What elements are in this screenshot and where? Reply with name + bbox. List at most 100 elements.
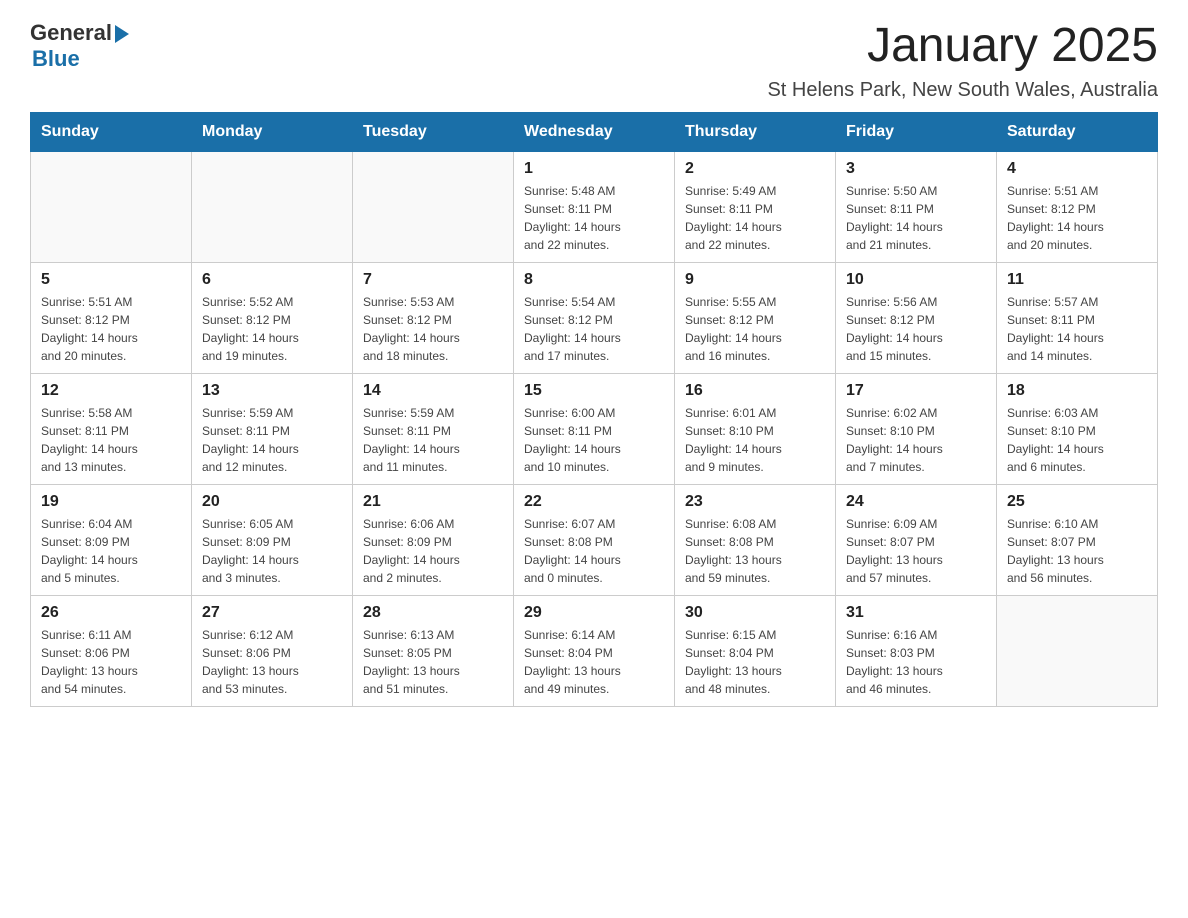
day-number: 8: [524, 271, 664, 289]
day-number: 25: [1007, 493, 1147, 511]
logo-general-text: General: [30, 20, 112, 46]
calendar-cell: 29 Sunrise: 6:14 AM Sunset: 8:04 PM Dayli…: [514, 595, 675, 706]
calendar-cell: 28 Sunrise: 6:13 AM Sunset: 8:05 PM Dayli…: [353, 595, 514, 706]
day-info: Sunrise: 5:49 AM Sunset: 8:11 PM Dayligh…: [685, 182, 825, 254]
calendar-cell: 7Sunrise: 5:53 AM Sunset: 8:12 PM Daylig…: [353, 262, 514, 373]
day-info: Sunrise: 6:01 AM Sunset: 8:10 PM Dayligh…: [685, 404, 825, 476]
day-number: 13: [202, 382, 342, 400]
day-number: 9: [685, 271, 825, 289]
calendar-cell: 22 Sunrise: 6:07 AM Sunset: 8:08 PM Dayli…: [514, 484, 675, 595]
calendar-cell: 30 Sunrise: 6:15 AM Sunset: 8:04 PM Dayli…: [675, 595, 836, 706]
day-info: Sunrise: 6:08 AM Sunset: 8:08 PM Dayligh…: [685, 515, 825, 587]
calendar-cell: 18Sunrise: 6:03 AM Sunset: 8:10 PM Dayli…: [997, 373, 1158, 484]
calendar-week-row: 26 Sunrise: 6:11 AM Sunset: 8:06 PM Dayli…: [31, 595, 1158, 706]
calendar-cell: 31 Sunrise: 6:16 AM Sunset: 8:03 PM Dayli…: [836, 595, 997, 706]
logo-triangle-icon: [115, 25, 129, 43]
calendar-week-row: 19Sunrise: 6:04 AM Sunset: 8:09 PM Dayli…: [31, 484, 1158, 595]
calendar-cell: [353, 151, 514, 262]
day-info: Sunrise: 6:07 AM Sunset: 8:08 PM Dayligh…: [524, 515, 664, 587]
day-info: Sunrise: 6:09 AM Sunset: 8:07 PM Dayligh…: [846, 515, 986, 587]
day-number: 6: [202, 271, 342, 289]
day-info: Sunrise: 5:59 AM Sunset: 8:11 PM Dayligh…: [363, 404, 503, 476]
day-number: 2: [685, 160, 825, 178]
calendar-week-row: 12 Sunrise: 5:58 AM Sunset: 8:11 PM Dayli…: [31, 373, 1158, 484]
day-info: Sunrise: 5:50 AM Sunset: 8:11 PM Dayligh…: [846, 182, 986, 254]
day-number: 7: [363, 271, 503, 289]
day-number: 27: [202, 604, 342, 622]
day-number: 22: [524, 493, 664, 511]
day-info: Sunrise: 5:58 AM Sunset: 8:11 PM Dayligh…: [41, 404, 181, 476]
day-number: 16: [685, 382, 825, 400]
day-number: 14: [363, 382, 503, 400]
day-number: 12: [41, 382, 181, 400]
calendar-cell: 16 Sunrise: 6:01 AM Sunset: 8:10 PM Dayli…: [675, 373, 836, 484]
day-info: Sunrise: 5:54 AM Sunset: 8:12 PM Dayligh…: [524, 293, 664, 365]
month-title: January 2025: [767, 20, 1158, 73]
calendar-cell: 10 Sunrise: 5:56 AM Sunset: 8:12 PM Dayli…: [836, 262, 997, 373]
day-number: 20: [202, 493, 342, 511]
day-info: Sunrise: 5:55 AM Sunset: 8:12 PM Dayligh…: [685, 293, 825, 365]
day-info: Sunrise: 6:05 AM Sunset: 8:09 PM Dayligh…: [202, 515, 342, 587]
calendar-table: SundayMondayTuesdayWednesdayThursdayFrid…: [30, 112, 1158, 707]
calendar-cell: [192, 151, 353, 262]
calendar-cell: 17 Sunrise: 6:02 AM Sunset: 8:10 PM Dayli…: [836, 373, 997, 484]
header: General Blue January 2025 St Helens Park…: [30, 20, 1158, 102]
day-number: 31: [846, 604, 986, 622]
day-info: Sunrise: 6:02 AM Sunset: 8:10 PM Dayligh…: [846, 404, 986, 476]
day-info: Sunrise: 5:51 AM Sunset: 8:12 PM Dayligh…: [1007, 182, 1147, 254]
day-number: 28: [363, 604, 503, 622]
day-info: Sunrise: 5:51 AM Sunset: 8:12 PM Dayligh…: [41, 293, 181, 365]
day-number: 24: [846, 493, 986, 511]
calendar-header-row: SundayMondayTuesdayWednesdayThursdayFrid…: [31, 112, 1158, 151]
day-number: 23: [685, 493, 825, 511]
calendar-week-row: 5 Sunrise: 5:51 AM Sunset: 8:12 PM Daylig…: [31, 262, 1158, 373]
calendar-cell: 14 Sunrise: 5:59 AM Sunset: 8:11 PM Dayli…: [353, 373, 514, 484]
calendar-cell: 12 Sunrise: 5:58 AM Sunset: 8:11 PM Dayli…: [31, 373, 192, 484]
day-number: 18: [1007, 382, 1147, 400]
day-info: Sunrise: 5:59 AM Sunset: 8:11 PM Dayligh…: [202, 404, 342, 476]
calendar-cell: 13 Sunrise: 5:59 AM Sunset: 8:11 PM Dayli…: [192, 373, 353, 484]
calendar-cell: [997, 595, 1158, 706]
day-info: Sunrise: 6:16 AM Sunset: 8:03 PM Dayligh…: [846, 626, 986, 698]
logo-blue-text: Blue: [32, 46, 80, 72]
day-info: Sunrise: 6:13 AM Sunset: 8:05 PM Dayligh…: [363, 626, 503, 698]
calendar-cell: 19Sunrise: 6:04 AM Sunset: 8:09 PM Dayli…: [31, 484, 192, 595]
day-number: 15: [524, 382, 664, 400]
calendar-cell: 1Sunrise: 5:48 AM Sunset: 8:11 PM Daylig…: [514, 151, 675, 262]
day-info: Sunrise: 6:11 AM Sunset: 8:06 PM Dayligh…: [41, 626, 181, 698]
calendar-cell: 25 Sunrise: 6:10 AM Sunset: 8:07 PM Dayli…: [997, 484, 1158, 595]
day-info: Sunrise: 6:06 AM Sunset: 8:09 PM Dayligh…: [363, 515, 503, 587]
day-info: Sunrise: 6:04 AM Sunset: 8:09 PM Dayligh…: [41, 515, 181, 587]
day-number: 3: [846, 160, 986, 178]
day-number: 26: [41, 604, 181, 622]
day-number: 17: [846, 382, 986, 400]
calendar-cell: 20 Sunrise: 6:05 AM Sunset: 8:09 PM Dayli…: [192, 484, 353, 595]
calendar-cell: 5 Sunrise: 5:51 AM Sunset: 8:12 PM Daylig…: [31, 262, 192, 373]
day-info: Sunrise: 6:10 AM Sunset: 8:07 PM Dayligh…: [1007, 515, 1147, 587]
header-tuesday: Tuesday: [353, 112, 514, 151]
calendar-cell: 21Sunrise: 6:06 AM Sunset: 8:09 PM Dayli…: [353, 484, 514, 595]
day-number: 5: [41, 271, 181, 289]
calendar-cell: 8 Sunrise: 5:54 AM Sunset: 8:12 PM Daylig…: [514, 262, 675, 373]
logo: General Blue: [30, 20, 129, 72]
title-area: January 2025 St Helens Park, New South W…: [767, 20, 1158, 102]
calendar-cell: 3 Sunrise: 5:50 AM Sunset: 8:11 PM Daylig…: [836, 151, 997, 262]
day-number: 10: [846, 271, 986, 289]
day-info: Sunrise: 5:48 AM Sunset: 8:11 PM Dayligh…: [524, 182, 664, 254]
calendar-week-row: 1Sunrise: 5:48 AM Sunset: 8:11 PM Daylig…: [31, 151, 1158, 262]
day-info: Sunrise: 6:15 AM Sunset: 8:04 PM Dayligh…: [685, 626, 825, 698]
calendar-cell: [31, 151, 192, 262]
calendar-cell: 6Sunrise: 5:52 AM Sunset: 8:12 PM Daylig…: [192, 262, 353, 373]
day-info: Sunrise: 5:56 AM Sunset: 8:12 PM Dayligh…: [846, 293, 986, 365]
day-number: 30: [685, 604, 825, 622]
day-number: 29: [524, 604, 664, 622]
day-info: Sunrise: 6:12 AM Sunset: 8:06 PM Dayligh…: [202, 626, 342, 698]
header-sunday: Sunday: [31, 112, 192, 151]
header-thursday: Thursday: [675, 112, 836, 151]
header-saturday: Saturday: [997, 112, 1158, 151]
location-title: St Helens Park, New South Wales, Austral…: [767, 79, 1158, 102]
calendar-cell: 24 Sunrise: 6:09 AM Sunset: 8:07 PM Dayli…: [836, 484, 997, 595]
calendar-cell: 26 Sunrise: 6:11 AM Sunset: 8:06 PM Dayli…: [31, 595, 192, 706]
calendar-cell: 23 Sunrise: 6:08 AM Sunset: 8:08 PM Dayli…: [675, 484, 836, 595]
day-info: Sunrise: 6:14 AM Sunset: 8:04 PM Dayligh…: [524, 626, 664, 698]
